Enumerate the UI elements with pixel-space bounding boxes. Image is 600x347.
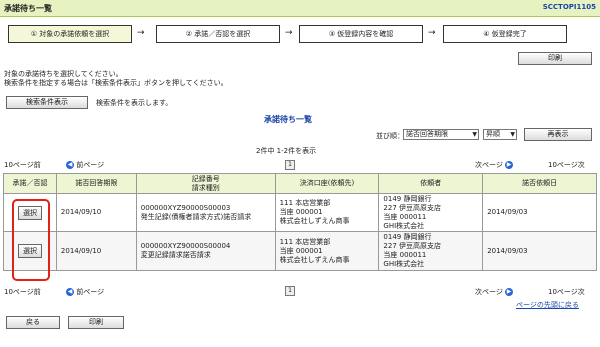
step-arrow-icon: → bbox=[428, 28, 436, 38]
col-header-deadline: 諾否回答期限 bbox=[55, 173, 137, 194]
back-to-top-link[interactable]: ページの先頭に戻る bbox=[516, 300, 579, 310]
prev10-pages: 10ページ前 bbox=[4, 288, 41, 296]
step-3: ③ 仮登録内容を確認 bbox=[299, 25, 423, 43]
requester-line: 当座 000011 bbox=[383, 251, 427, 259]
back-button[interactable]: 戻る bbox=[6, 316, 60, 329]
redisplay-button[interactable]: 再表示 bbox=[524, 128, 592, 141]
step-arrow-icon: → bbox=[137, 28, 145, 38]
screen-id: SCCTOPI1105 bbox=[542, 3, 596, 11]
highlight-frame bbox=[12, 199, 50, 281]
sort-select[interactable]: 諾否回答期限 ▼ bbox=[403, 129, 479, 140]
pending-approvals-table: 承諾／否認 諾否回答期限 記録番号 請求種別 決済口座(依頼先) 依頼者 諾否依… bbox=[3, 173, 597, 271]
request-date-cell: 2014/09/03 bbox=[482, 231, 597, 271]
step-arrow-icon: → bbox=[285, 28, 293, 38]
prev-page[interactable]: ◀ 前ページ bbox=[66, 287, 104, 297]
search-hint: 検索条件を表示します。 bbox=[96, 99, 173, 107]
requester-line: GHI株式会社 bbox=[383, 221, 425, 230]
next10-pages: 10ページ次 bbox=[548, 161, 585, 169]
chevron-down-icon: ▼ bbox=[510, 131, 515, 138]
col-header-select: 承諾／否認 bbox=[3, 173, 57, 194]
order-select[interactable]: 昇順 ▼ bbox=[483, 129, 517, 140]
requester-line: 当座 000011 bbox=[383, 212, 427, 221]
deadline-cell: 2014/09/10 bbox=[55, 231, 137, 271]
next10-pages: 10ページ次 bbox=[548, 288, 585, 296]
col-header-record: 記録番号 請求種別 bbox=[135, 173, 276, 194]
left-arrow-icon: ◀ bbox=[66, 161, 74, 169]
table-row: 選択 2014/09/10 000000XYZ90000S00003 発生記録(… bbox=[3, 193, 597, 232]
account-line: 111 本店営業部 bbox=[279, 237, 331, 246]
request-type: 変更記録請求諾否請求 bbox=[140, 251, 211, 259]
right-arrow-icon: ▶ bbox=[505, 288, 514, 296]
requester-line: 227 伊豆高原支店 bbox=[383, 203, 442, 212]
table-header-row: 承諾／否認 諾否回答期限 記録番号 請求種別 決済口座(依頼先) 依頼者 諾否依… bbox=[3, 173, 597, 194]
result-count: 2件中 1-2件を表示 bbox=[256, 147, 317, 155]
page-title: 承諾待ち一覧 bbox=[4, 4, 52, 13]
col-header-requester: 依頼者 bbox=[378, 173, 484, 194]
account-line: 当座 000001 bbox=[279, 208, 323, 216]
right-arrow-icon: ▶ bbox=[505, 161, 514, 169]
col-header-account: 決済口座(依頼先) bbox=[274, 173, 380, 194]
record-number: 000000XYZ90000S00003 bbox=[140, 203, 231, 212]
deadline-cell: 2014/09/10 bbox=[55, 193, 137, 232]
sort-label: 並び順： bbox=[376, 132, 404, 140]
show-search-button[interactable]: 検索条件表示 bbox=[6, 96, 88, 109]
instruction-text: 検索条件を指定する場合は「検索条件表示」ボタンを押してください。 bbox=[4, 79, 228, 87]
request-type: 発生記録(債権者請求方式)諾否請求 bbox=[140, 212, 252, 221]
requester-line: 0149 静岡銀行 bbox=[383, 194, 432, 203]
account-line: 当座 000001 bbox=[279, 246, 323, 255]
print-button[interactable]: 印刷 bbox=[518, 52, 592, 65]
requester-line: 0149 静岡銀行 bbox=[383, 233, 432, 241]
account-line: 111 本店営業部 bbox=[279, 199, 331, 207]
requester-line: 227 伊豆高原支店 bbox=[383, 242, 442, 250]
current-page[interactable]: 1 bbox=[285, 286, 295, 296]
print-button[interactable]: 印刷 bbox=[68, 316, 124, 329]
request-date-cell: 2014/09/03 bbox=[482, 193, 597, 232]
step-2: ② 承諾／否認を選択 bbox=[156, 25, 280, 43]
account-line: 株式会社しずえん商事 bbox=[279, 255, 350, 264]
list-heading: 承諾待ち一覧 bbox=[264, 115, 312, 124]
prev10-pages: 10ページ前 bbox=[4, 161, 41, 169]
next-page[interactable]: 次ページ ▶ bbox=[475, 287, 514, 297]
chevron-down-icon: ▼ bbox=[472, 131, 477, 138]
record-number: 000000XYZ90000S00004 bbox=[140, 242, 231, 250]
table-row: 選択 2014/09/10 000000XYZ90000S00004 変更記録請… bbox=[3, 231, 597, 271]
current-page[interactable]: 1 bbox=[285, 160, 295, 170]
next-page[interactable]: 次ページ ▶ bbox=[475, 160, 514, 170]
account-line: 株式会社しずえん商事 bbox=[279, 217, 350, 225]
step-1: ① 対象の承諾依頼を選択 bbox=[8, 25, 132, 43]
col-header-request-date: 諾否依頼日 bbox=[482, 173, 597, 194]
title-bar: 承諾待ち一覧 SCCTOPI1105 bbox=[0, 0, 600, 17]
step-4: ④ 仮登録完了 bbox=[443, 25, 567, 43]
left-arrow-icon: ◀ bbox=[66, 288, 74, 296]
requester-line: GHI株式会社 bbox=[383, 260, 425, 268]
prev-page[interactable]: ◀ 前ページ bbox=[66, 160, 104, 170]
